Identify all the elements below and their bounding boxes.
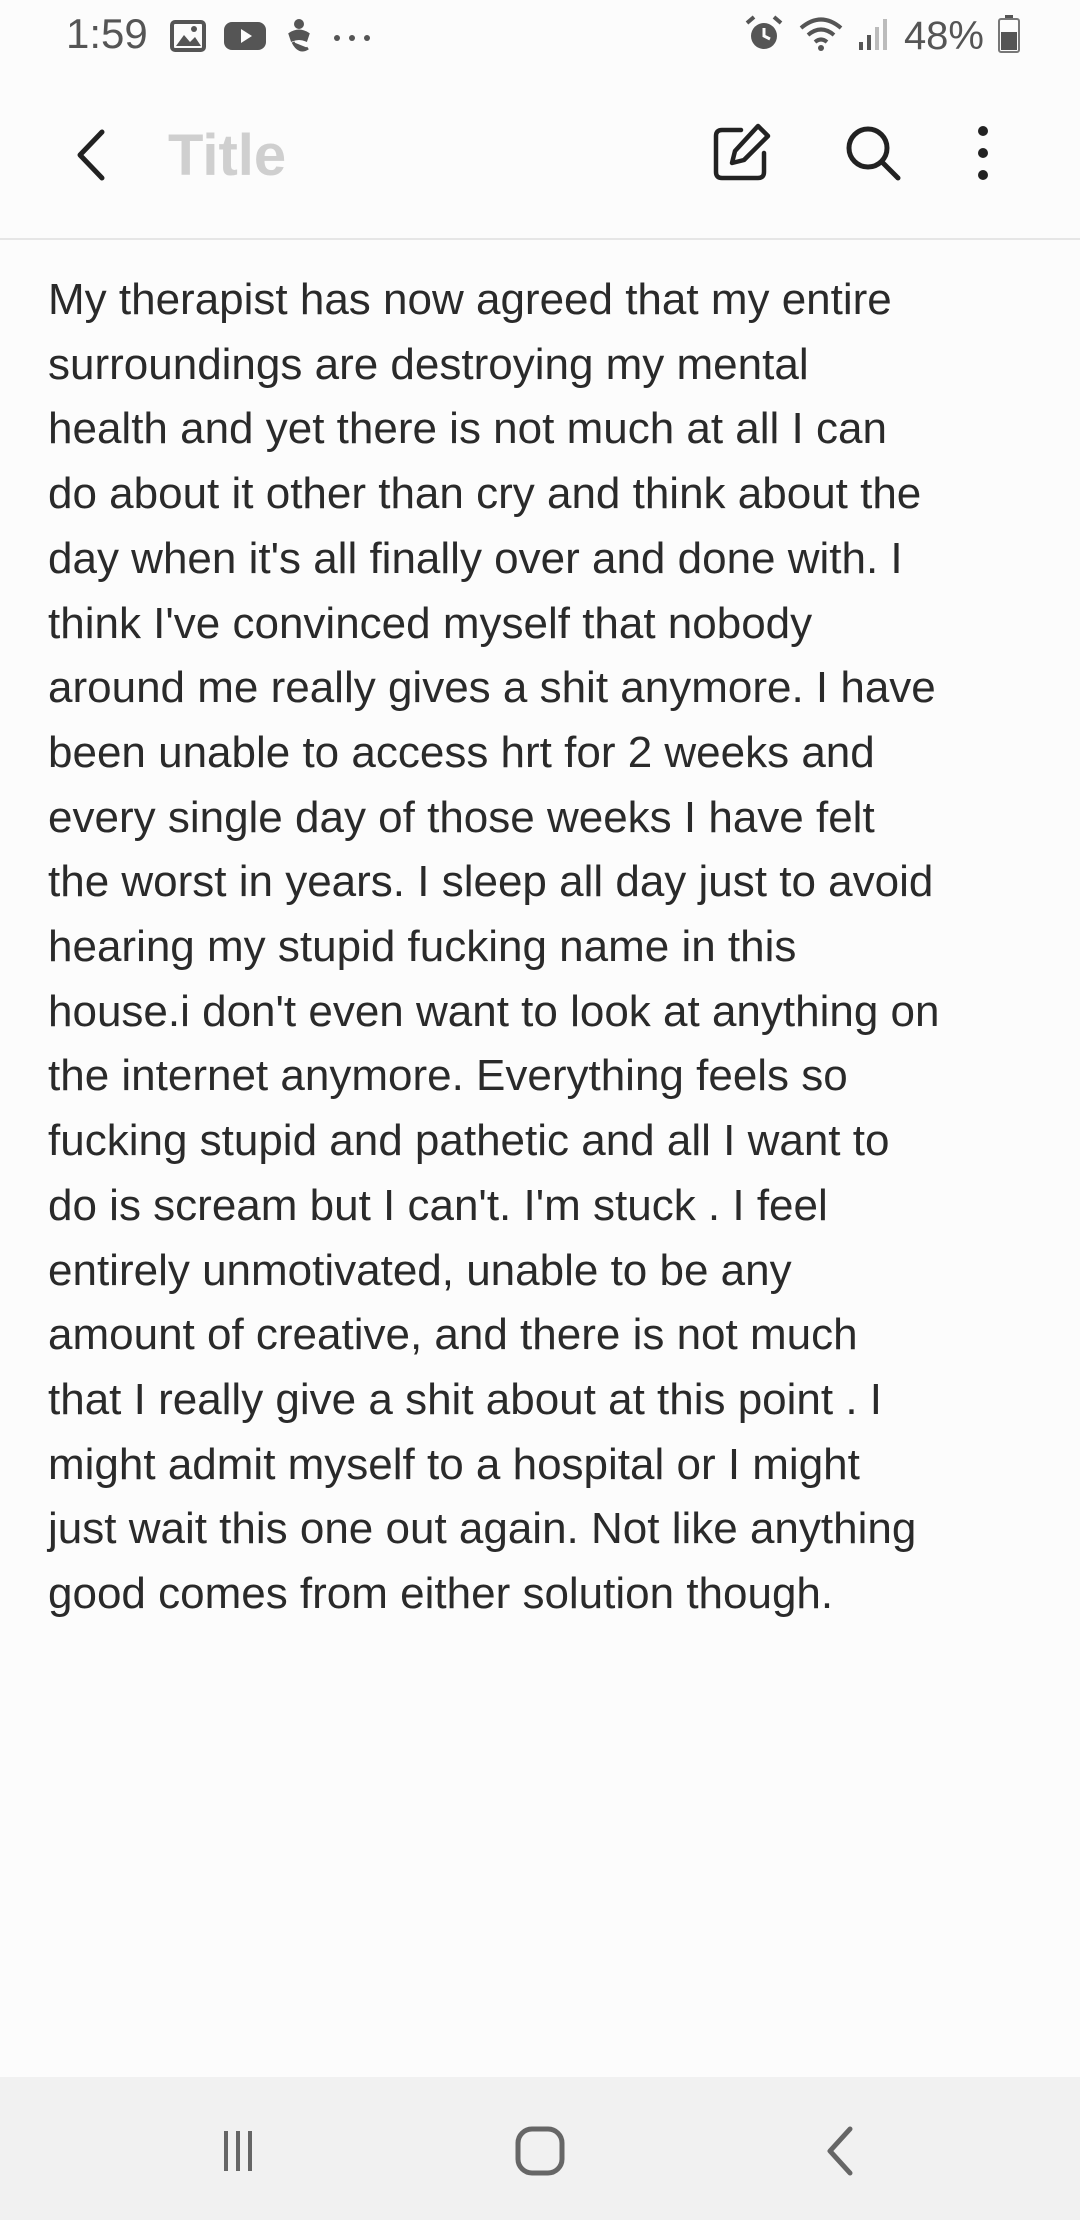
battery-percent: 48%: [903, 14, 984, 58]
nav-back-button[interactable]: [802, 2111, 882, 2191]
alarm-icon: [744, 14, 784, 59]
accessibility-icon: [284, 18, 314, 59]
app-bar: [0, 90, 1080, 240]
title-input[interactable]: [168, 120, 688, 190]
note-body[interactable]: My therapist has now agreed that my enti…: [48, 268, 1038, 1627]
youtube-icon: [224, 20, 266, 57]
edit-icon: [713, 123, 771, 181]
system-icons: 48%: [744, 14, 1020, 59]
recents-icon: [224, 2131, 252, 2171]
search-button[interactable]: [840, 120, 906, 186]
battery-icon: [998, 15, 1020, 58]
chevron-left-icon: [77, 129, 105, 181]
recents-button[interactable]: [198, 2111, 278, 2191]
more-vert-icon: [978, 126, 988, 180]
back-icon: [827, 2126, 853, 2176]
navigation-bar: [0, 2077, 1080, 2220]
gallery-icon: [170, 20, 206, 57]
wifi-icon: [798, 15, 844, 58]
back-button[interactable]: [62, 122, 128, 188]
more-options-button[interactable]: [950, 120, 1016, 186]
signal-icon: [858, 16, 890, 57]
status-bar: 1:59 48%: [0, 0, 1080, 70]
notification-icons: [170, 18, 372, 59]
edit-button[interactable]: [708, 120, 774, 186]
home-icon: [515, 2126, 565, 2176]
status-time: 1:59: [66, 10, 148, 57]
more-dots-icon: [332, 30, 372, 48]
search-icon: [846, 126, 901, 181]
home-button[interactable]: [500, 2111, 580, 2191]
